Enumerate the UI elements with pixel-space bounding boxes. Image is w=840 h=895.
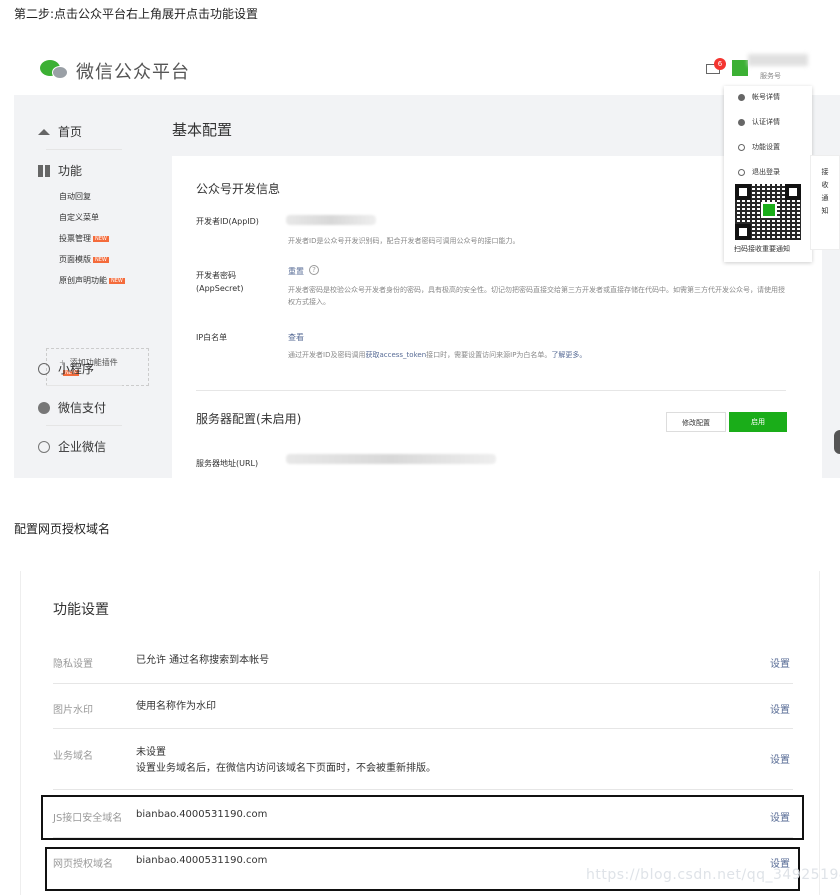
mail-badge: 6 — [714, 58, 726, 70]
home-icon — [38, 128, 50, 135]
secret-desc: 开发者密码是校验公众号开发者身份的密码，具有极高的安全性。切记勿把密码直接交给第… — [288, 286, 785, 306]
sub-custom-menu[interactable]: 自定义菜单 — [59, 212, 99, 223]
account-name-blurred — [748, 54, 808, 66]
menu-account-details[interactable]: 帐号详情 — [738, 92, 780, 102]
config-caption: 配置网页授权域名 — [14, 522, 111, 536]
row-value-business-domain: 未设置 — [136, 747, 166, 758]
sub-original[interactable]: 原创声明功能 NEW — [59, 275, 125, 286]
miniprogram-icon — [38, 362, 50, 375]
server-url-blurred — [286, 454, 496, 464]
appid-value-blurred — [286, 215, 376, 225]
menu-account-details-label: 帐号详情 — [752, 93, 780, 101]
qr-finder — [735, 224, 751, 240]
gear-icon — [738, 143, 745, 151]
nav-work-wechat[interactable]: 企业微信 — [38, 438, 106, 455]
menu-verification-label: 认证详情 — [752, 118, 780, 126]
nav-home-label: 首页 — [58, 125, 83, 139]
brand-title: 微信公众平台 — [76, 62, 190, 83]
divider — [196, 390, 786, 391]
pay-icon — [38, 401, 50, 414]
sub-auto-reply[interactable]: 自动回复 — [59, 191, 91, 202]
sub-vote-label: 投票管理 — [59, 234, 91, 243]
ip-view-link[interactable]: 查看 — [288, 331, 304, 344]
ip-desc-c: 接口时，需要设置访问来源IP为白名单。 — [426, 351, 552, 359]
nav-work-wechat-label: 企业微信 — [58, 440, 107, 454]
help-icon[interactable]: ? — [309, 265, 319, 275]
step2-caption: 第二步:点击公众平台右上角展开点击功能设置 — [14, 7, 259, 21]
row-divider — [53, 789, 793, 790]
nav-wechat-pay-label: 微信支付 — [58, 401, 107, 415]
row-value-privacy: 已允许 通过名称搜索到本帐号 — [136, 655, 270, 666]
row-divider — [53, 683, 793, 684]
modify-config-button[interactable]: 修改配置 — [666, 412, 726, 432]
qr-finder — [785, 184, 801, 200]
scroll-handle[interactable] — [834, 430, 840, 454]
brand[interactable]: 微信公众平台 — [40, 58, 190, 84]
menu-logout[interactable]: 退出登录 — [738, 167, 780, 177]
qr-code — [735, 184, 801, 240]
watermark-set-link[interactable]: 设置 — [770, 701, 790, 716]
account-dropdown: 帐号详情 认证详情 功能设置 退出登录 扫码接收重要通知 — [724, 86, 812, 262]
qr-finder — [735, 184, 751, 200]
verify-icon — [738, 118, 745, 126]
menu-function-settings-label: 功能设置 — [752, 143, 780, 151]
ip-desc-a: 通过开发者ID及密码调用 — [288, 351, 366, 359]
learn-more-link[interactable]: 了解更多。 — [551, 351, 586, 359]
power-icon — [738, 168, 745, 176]
account-type: 服务号 — [760, 72, 781, 80]
row-label-privacy: 隐私设置 — [53, 659, 93, 670]
nav-miniprogram[interactable]: 小程序 — [38, 360, 94, 377]
highlight-box-js-domain — [41, 795, 804, 840]
appid-label: 开发者ID(AppID) — [196, 217, 259, 226]
sub-vote[interactable]: 投票管理 NEW — [59, 233, 109, 244]
user-icon — [738, 93, 745, 101]
mp-screenshot: 微信公众平台 6 服务号 首页 功能 自动回复 自定义菜单 投票管理 NEW 页面… — [14, 42, 840, 478]
qr-caption: 扫码接收重要通知 — [734, 245, 790, 253]
function-settings-title: 功能设置 — [53, 602, 109, 618]
row-label-watermark: 图片水印 — [53, 705, 93, 716]
sub-original-label: 原创声明功能 — [59, 276, 107, 285]
nav-functions-label: 功能 — [58, 164, 83, 178]
sidebar: 首页 功能 自动回复 自定义菜单 投票管理 NEW 页面模版 NEW 原创声明功能 N… — [14, 95, 164, 478]
secret-label: 开发者密码 — [196, 271, 236, 280]
csdn-watermark: https://blog.csdn.net/qq_34925194 — [586, 867, 840, 883]
page-title: 基本配置 — [172, 121, 233, 139]
avatar[interactable] — [732, 60, 748, 76]
nav-wechat-pay[interactable]: 微信支付 — [38, 399, 106, 416]
server-url-label: 服务器地址(URL) — [196, 459, 259, 468]
wechat-logo-icon — [40, 58, 70, 84]
nav-home[interactable]: 首页 — [38, 123, 82, 140]
work-wechat-icon — [38, 440, 50, 453]
notice-tab[interactable]: 接收通知 — [810, 155, 840, 250]
dev-info-title: 公众号开发信息 — [196, 182, 281, 196]
reset-link[interactable]: 重置 — [288, 265, 304, 278]
nav-functions[interactable]: 功能 — [38, 162, 82, 179]
sub-templates[interactable]: 页面模版 NEW — [59, 254, 109, 265]
row-value-watermark: 使用名称作为水印 — [136, 701, 216, 712]
row-desc-business-domain: 设置业务域名后，在微信内访问该域名下页面时，不会被重新排版。 — [136, 763, 436, 774]
ip-desc: 通过开发者ID及密码调用获取access_token接口时，需要设置访问来源IP… — [288, 349, 586, 361]
wechat-logo-icon — [761, 202, 777, 218]
menu-verification[interactable]: 认证详情 — [738, 117, 780, 127]
nav-miniprogram-label: 小程序 — [58, 362, 95, 376]
menu-logout-label: 退出登录 — [752, 168, 780, 176]
notice-tab-label: 接收通知 — [821, 168, 829, 215]
new-badge: NEW — [93, 235, 109, 242]
new-badge: NEW — [93, 256, 109, 263]
menu-function-settings[interactable]: 功能设置 — [738, 142, 780, 152]
sub-templates-label: 页面模版 — [59, 255, 91, 264]
row-label-business-domain: 业务域名 — [53, 751, 93, 762]
ip-whitelist-label: IP白名单 — [196, 333, 228, 342]
server-title: 服务器配置(未启用) — [196, 412, 302, 426]
appid-desc: 开发者ID是公众号开发识别码，配合开发者密码可调用公众号的接口能力。 — [288, 237, 520, 245]
business-domain-set-link[interactable]: 设置 — [770, 751, 790, 766]
new-badge: NEW — [109, 277, 125, 284]
ip-desc-b: 获取access_token — [365, 351, 427, 359]
secret-label-2: (AppSecret) — [196, 284, 244, 293]
enable-button[interactable]: 启用 — [729, 412, 787, 432]
row-divider — [53, 728, 793, 729]
privacy-set-link[interactable]: 设置 — [770, 655, 790, 670]
grid-icon — [38, 164, 50, 177]
